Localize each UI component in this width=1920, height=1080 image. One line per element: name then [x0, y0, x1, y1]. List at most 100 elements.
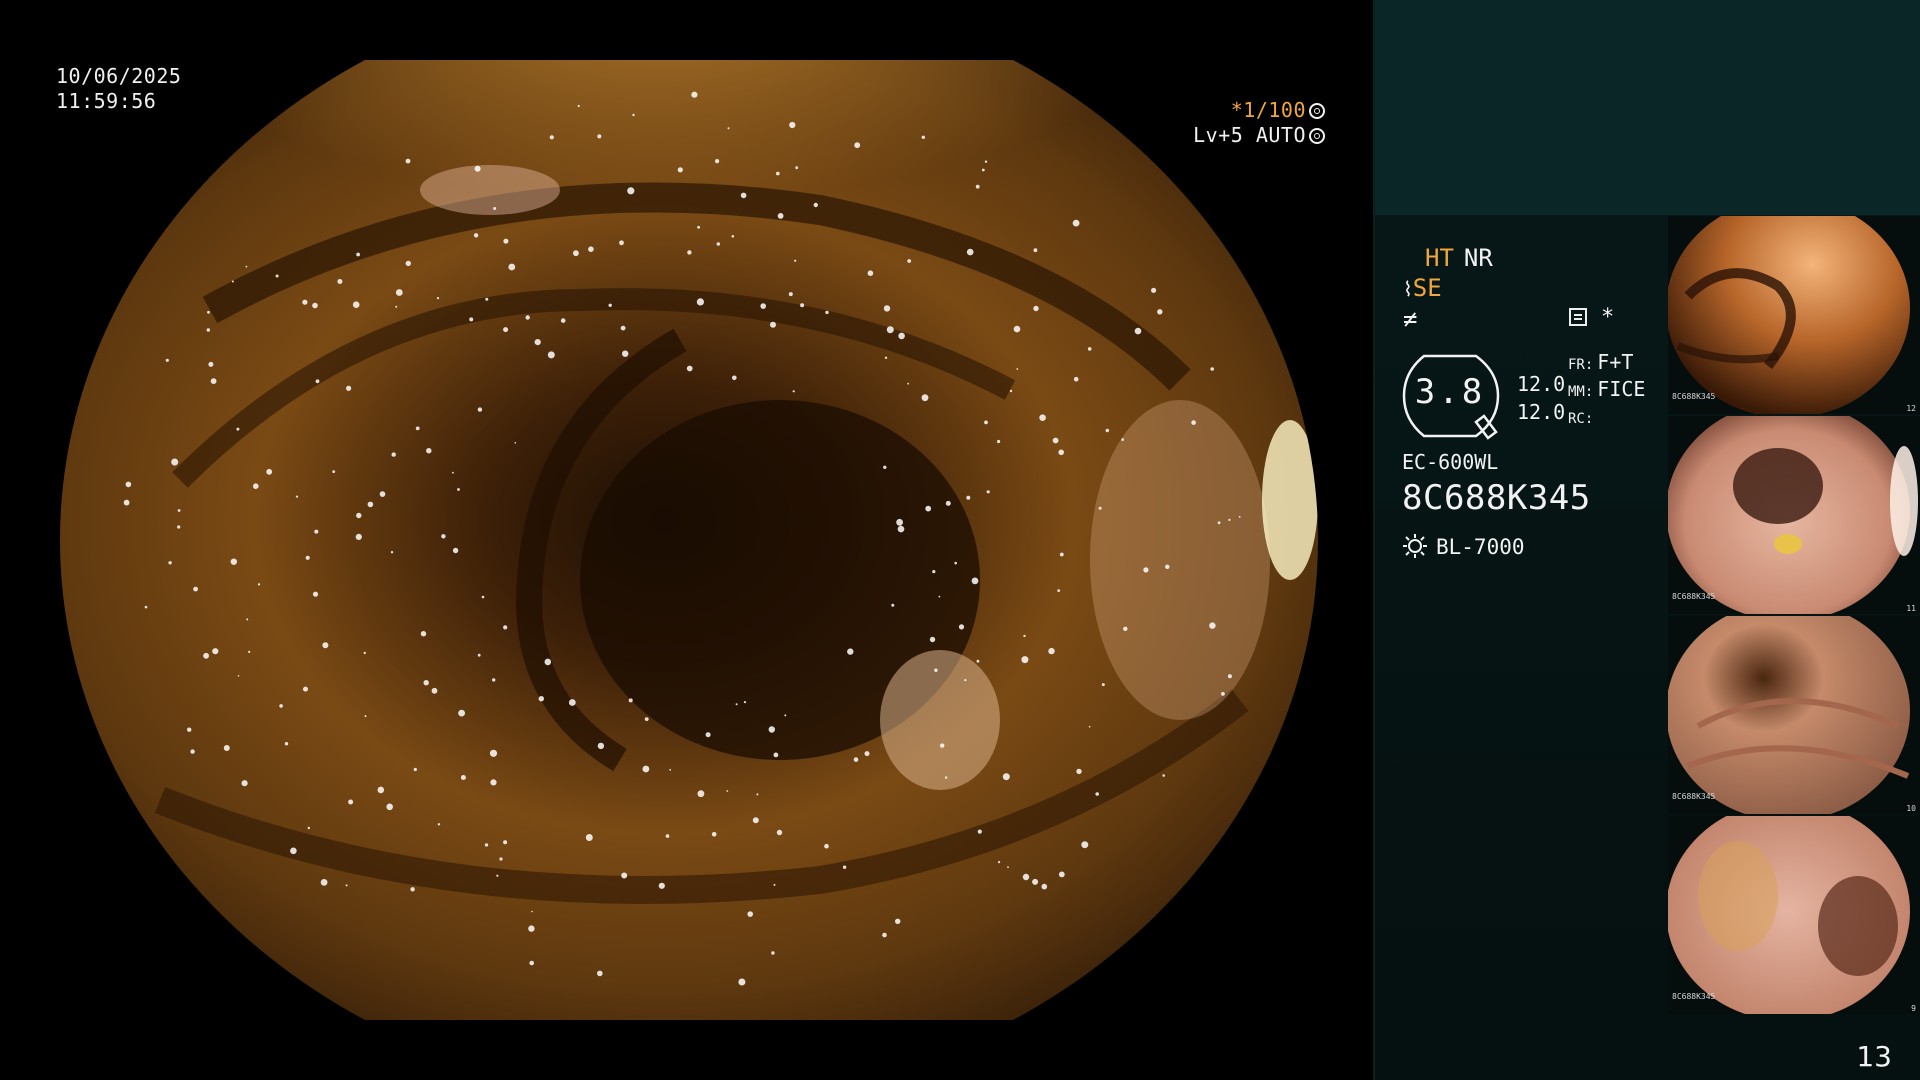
specular-highlight — [257, 583, 261, 586]
specular-highlight — [854, 142, 861, 149]
specular-highlight — [813, 202, 818, 208]
memory-icon — [1569, 308, 1587, 326]
specular-highlight — [405, 260, 411, 267]
specular-highlight — [241, 780, 248, 787]
specular-highlight — [437, 823, 441, 826]
specular-highlight — [207, 310, 210, 314]
specular-highlight — [1210, 367, 1214, 371]
specular-highlight — [1041, 883, 1048, 890]
specular-highlight — [1105, 428, 1110, 433]
specular-highlight — [423, 680, 429, 686]
shutter-icon — [1309, 103, 1325, 119]
specular-highlight — [1121, 438, 1124, 441]
auto-exposure-icon — [1309, 128, 1325, 144]
specular-highlight — [395, 289, 403, 296]
specular-highlight — [568, 699, 576, 706]
specular-highlight — [473, 233, 479, 238]
specular-highlight — [932, 570, 936, 574]
specular-highlight — [1022, 873, 1030, 881]
specular-highlight — [312, 591, 319, 597]
specular-highlight — [776, 829, 783, 836]
specular-highlight — [677, 167, 683, 173]
specular-highlight — [1221, 692, 1225, 696]
specular-highlight — [897, 525, 905, 533]
specular-highlight — [608, 303, 612, 307]
specular-highlight — [405, 158, 411, 164]
specular-highlight — [474, 165, 481, 172]
freeze-row: ≠ — [1403, 305, 1417, 333]
asterisk-icon: * — [1601, 305, 1615, 330]
specular-highlight — [1039, 414, 1046, 422]
specular-highlight — [577, 104, 580, 108]
specular-highlight — [731, 235, 735, 238]
thumbnail-capture[interactable]: 8C688K345 12 — [1668, 216, 1920, 414]
thumbnail-capture[interactable]: 8C688K345 11 — [1668, 416, 1920, 614]
thumbnail-capture[interactable]: 8C688K345 9 — [1668, 816, 1920, 1014]
specular-highlight — [977, 829, 982, 834]
specular-highlight — [883, 305, 891, 312]
specular-highlight — [275, 274, 279, 278]
specular-highlight — [1032, 878, 1039, 885]
specular-highlight — [740, 192, 747, 199]
specular-highlight — [212, 648, 219, 655]
thumbnail-serial: 8C688K345 — [1672, 992, 1716, 1001]
specular-highlight — [436, 297, 440, 300]
specular-highlight — [986, 490, 990, 494]
specular-highlight — [891, 603, 895, 607]
specular-highlight — [1002, 773, 1010, 781]
specular-highlight — [190, 749, 195, 754]
specular-highlight — [356, 512, 362, 519]
specular-highlight — [144, 605, 148, 609]
specular-highlight — [696, 298, 705, 306]
mm-value: FICE — [1597, 377, 1646, 401]
specular-highlight — [279, 704, 283, 708]
specular-highlight — [773, 883, 776, 886]
specular-highlight — [125, 481, 132, 488]
specular-highlight — [658, 882, 665, 889]
specular-highlight — [597, 970, 603, 977]
specular-highlight — [457, 488, 460, 491]
specular-highlight — [1021, 656, 1029, 664]
shutter-speed: *1/100 — [1230, 98, 1306, 122]
specular-highlight — [363, 651, 366, 655]
specular-highlight — [503, 625, 508, 630]
specular-highlight — [886, 326, 894, 334]
ht-mode: HT — [1425, 244, 1454, 272]
specular-highlight — [743, 701, 747, 704]
specular-highlight — [315, 379, 320, 384]
specular-highlight — [964, 679, 967, 682]
specular-highlight — [503, 327, 509, 333]
thumbnail-index: 10 — [1906, 804, 1916, 813]
thumbnail-index: 11 — [1906, 604, 1916, 613]
specular-highlight — [853, 757, 859, 762]
specular-highlight — [230, 558, 237, 565]
specular-highlight — [1052, 437, 1059, 444]
specular-highlight — [883, 465, 887, 469]
thumbnail-capture[interactable]: 8C688K345 10 — [1668, 616, 1920, 814]
freeze-icon: ≠ — [1403, 305, 1418, 333]
specular-highlight — [898, 332, 905, 340]
specular-highlight — [697, 790, 705, 798]
specular-highlight — [597, 742, 605, 750]
specular-highlight — [715, 159, 720, 164]
specular-highlight — [302, 299, 308, 305]
specular-highlight — [481, 595, 485, 599]
specular-highlight — [206, 328, 210, 332]
specular-highlight — [431, 687, 438, 694]
specular-highlight — [771, 951, 775, 955]
specular-highlight — [687, 250, 692, 255]
light-source-name: BL-7000 — [1436, 535, 1525, 559]
specular-highlight — [896, 518, 903, 526]
thumbnail-serial: 8C688K345 — [1672, 392, 1716, 401]
specular-highlight — [1209, 622, 1216, 629]
specular-highlight — [508, 263, 516, 271]
specular-highlight — [415, 426, 420, 431]
specular-highlight — [966, 248, 974, 256]
specular-highlight — [727, 127, 730, 130]
specular-highlight — [426, 448, 432, 454]
specular-highlight — [691, 91, 698, 98]
specular-highlight — [1151, 287, 1157, 293]
specular-highlight — [503, 840, 508, 845]
status-icons: * — [1569, 305, 1614, 330]
specular-highlight — [907, 259, 912, 263]
